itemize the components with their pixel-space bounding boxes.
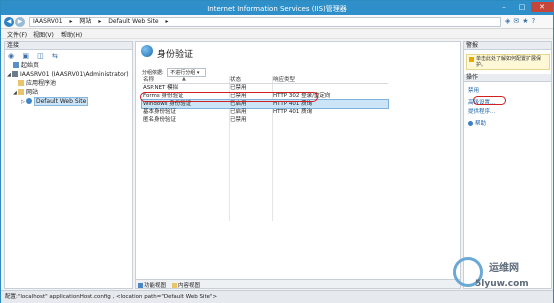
watermark: 运维网 5lyuw.com xyxy=(449,255,553,295)
tree-item-label: Default Web Site xyxy=(34,97,89,106)
content-view-icon xyxy=(172,283,177,288)
tree-item-default-web-site[interactable]: ▷ Default Web Site xyxy=(21,97,89,106)
authentication-icon xyxy=(141,45,153,57)
breadcrumb-default-web-site[interactable]: Default Web Site xyxy=(108,18,158,25)
watermark-url: 5lyuw.com xyxy=(475,279,529,289)
warning-icon xyxy=(469,57,474,62)
tab-content-view[interactable]: 内容视图 xyxy=(172,281,200,289)
disable-link[interactable]: 禁用 xyxy=(468,86,479,94)
tree-item-app-pools[interactable]: 应用程序池 xyxy=(18,80,56,88)
highlight-ring xyxy=(473,96,506,105)
address-toolbar-icons[interactable]: ◈✉★? xyxy=(505,17,538,25)
breadcrumb-separator-icon: ▸ xyxy=(69,18,73,25)
alerts-header: 警报 xyxy=(464,42,551,50)
connections-toolbar[interactable]: ◉ ▣ ◫ ⇆ xyxy=(8,52,128,61)
connections-header: 连接 xyxy=(5,42,132,50)
table-row[interactable]: ASP.NET 模拟 已禁用 xyxy=(142,84,388,92)
column-response-type[interactable]: 响应类型 xyxy=(273,76,337,84)
alert-text[interactable]: 单击此处了解如何配置扩展保护。 xyxy=(476,56,541,68)
tab-features-view[interactable]: 功能视图 xyxy=(138,281,166,289)
tree-item-label: 网站 xyxy=(26,89,39,96)
menu-view[interactable]: 视图(V) xyxy=(33,30,54,39)
tree-item-label: 应用程序池 xyxy=(26,80,57,87)
actions-panel: 警报 单击此处了解如何配置扩展保护。 操作 禁用 高级设置... 提供程序...… xyxy=(463,41,552,289)
tree-item-start-page[interactable]: 起始页 xyxy=(13,62,39,70)
breadcrumb-separator-icon: ▸ xyxy=(165,18,169,25)
tree-item-sites[interactable]: ◢ 网站 xyxy=(13,89,38,97)
actions-header: 操作 xyxy=(464,74,551,82)
page-title: 身份验证 xyxy=(157,50,194,60)
watermark-text: 运维网 xyxy=(489,263,519,274)
app-pool-icon xyxy=(18,80,24,86)
address-bar: ◀ ▶ IAASRV01 ▸ 网站 ▸ Default Web Site ▸ ◈… xyxy=(1,15,553,29)
help-link[interactable]: 帮助 xyxy=(468,119,486,127)
window-title: Internet Information Services (IIS)管理器 xyxy=(207,5,347,13)
view-tabs: 功能视图 内容视图 xyxy=(136,279,460,289)
help-icon xyxy=(468,121,473,126)
maximize-button[interactable]: □ xyxy=(513,2,531,12)
close-button[interactable]: ✕ xyxy=(531,2,553,12)
breadcrumb-sites[interactable]: 网站 xyxy=(79,18,91,25)
table-header: 名称 ▲ 状态 响应类型 xyxy=(142,76,388,84)
column-status[interactable]: 状态 xyxy=(230,76,272,84)
menu-bar: 文件(F) 视图(V) 帮助(H) xyxy=(1,29,553,39)
alert-box[interactable]: 单击此处了解如何配置扩展保护。 xyxy=(466,54,550,70)
server-icon xyxy=(12,71,18,77)
menu-help[interactable]: 帮助(H) xyxy=(61,30,82,39)
column-name[interactable]: 名称 xyxy=(143,76,229,84)
title-bar: Internet Information Services (IIS)管理器 –… xyxy=(1,1,553,15)
sort-ascending-icon: ▲ xyxy=(182,76,186,82)
globe-icon xyxy=(26,98,32,104)
forward-button[interactable]: ▶ xyxy=(15,17,25,27)
tree-item-label: IAASRV01 (IAASRV01\Administrator) xyxy=(20,71,129,78)
back-button[interactable]: ◀ xyxy=(4,17,14,27)
table-row[interactable]: 匿名身份验证 已禁用 xyxy=(142,116,388,124)
tree-item-server[interactable]: ◢ IAASRV01 (IAASRV01\Administrator) xyxy=(7,71,129,79)
tree-item-label: 起始页 xyxy=(21,62,40,69)
connections-panel: 连接 ◉ ▣ ◫ ⇆ 起始页 ◢ IAASRV01 (IAASRV01\Admin… xyxy=(4,41,133,289)
highlight-ring xyxy=(140,92,318,102)
iis-manager-window: Internet Information Services (IIS)管理器 –… xyxy=(0,0,554,303)
menu-file[interactable]: 文件(F) xyxy=(7,30,27,39)
breadcrumb-server[interactable]: IAASRV01 xyxy=(33,18,63,25)
breadcrumb-separator-icon: ▸ xyxy=(98,18,102,25)
features-view-icon xyxy=(138,283,143,288)
authentication-table: 名称 ▲ 状态 响应类型 ASP.NET 模拟 已禁用 Forms 身份验证 已禁用… xyxy=(140,76,389,221)
providers-link[interactable]: 提供程序... xyxy=(468,107,495,115)
feature-panel: 身份验证 分组依据: 不进行分组 ▾ 名称 ▲ 状态 响应类型 ASP.NET … xyxy=(135,41,461,289)
home-icon xyxy=(13,62,19,68)
table-row[interactable]: 基本身份验证 已启用 HTTP 401 质询 xyxy=(142,108,388,116)
sites-folder-icon xyxy=(18,89,24,95)
minimize-button[interactable]: – xyxy=(495,2,513,12)
breadcrumb[interactable]: IAASRV01 ▸ 网站 ▸ Default Web Site ▸ xyxy=(29,17,501,27)
